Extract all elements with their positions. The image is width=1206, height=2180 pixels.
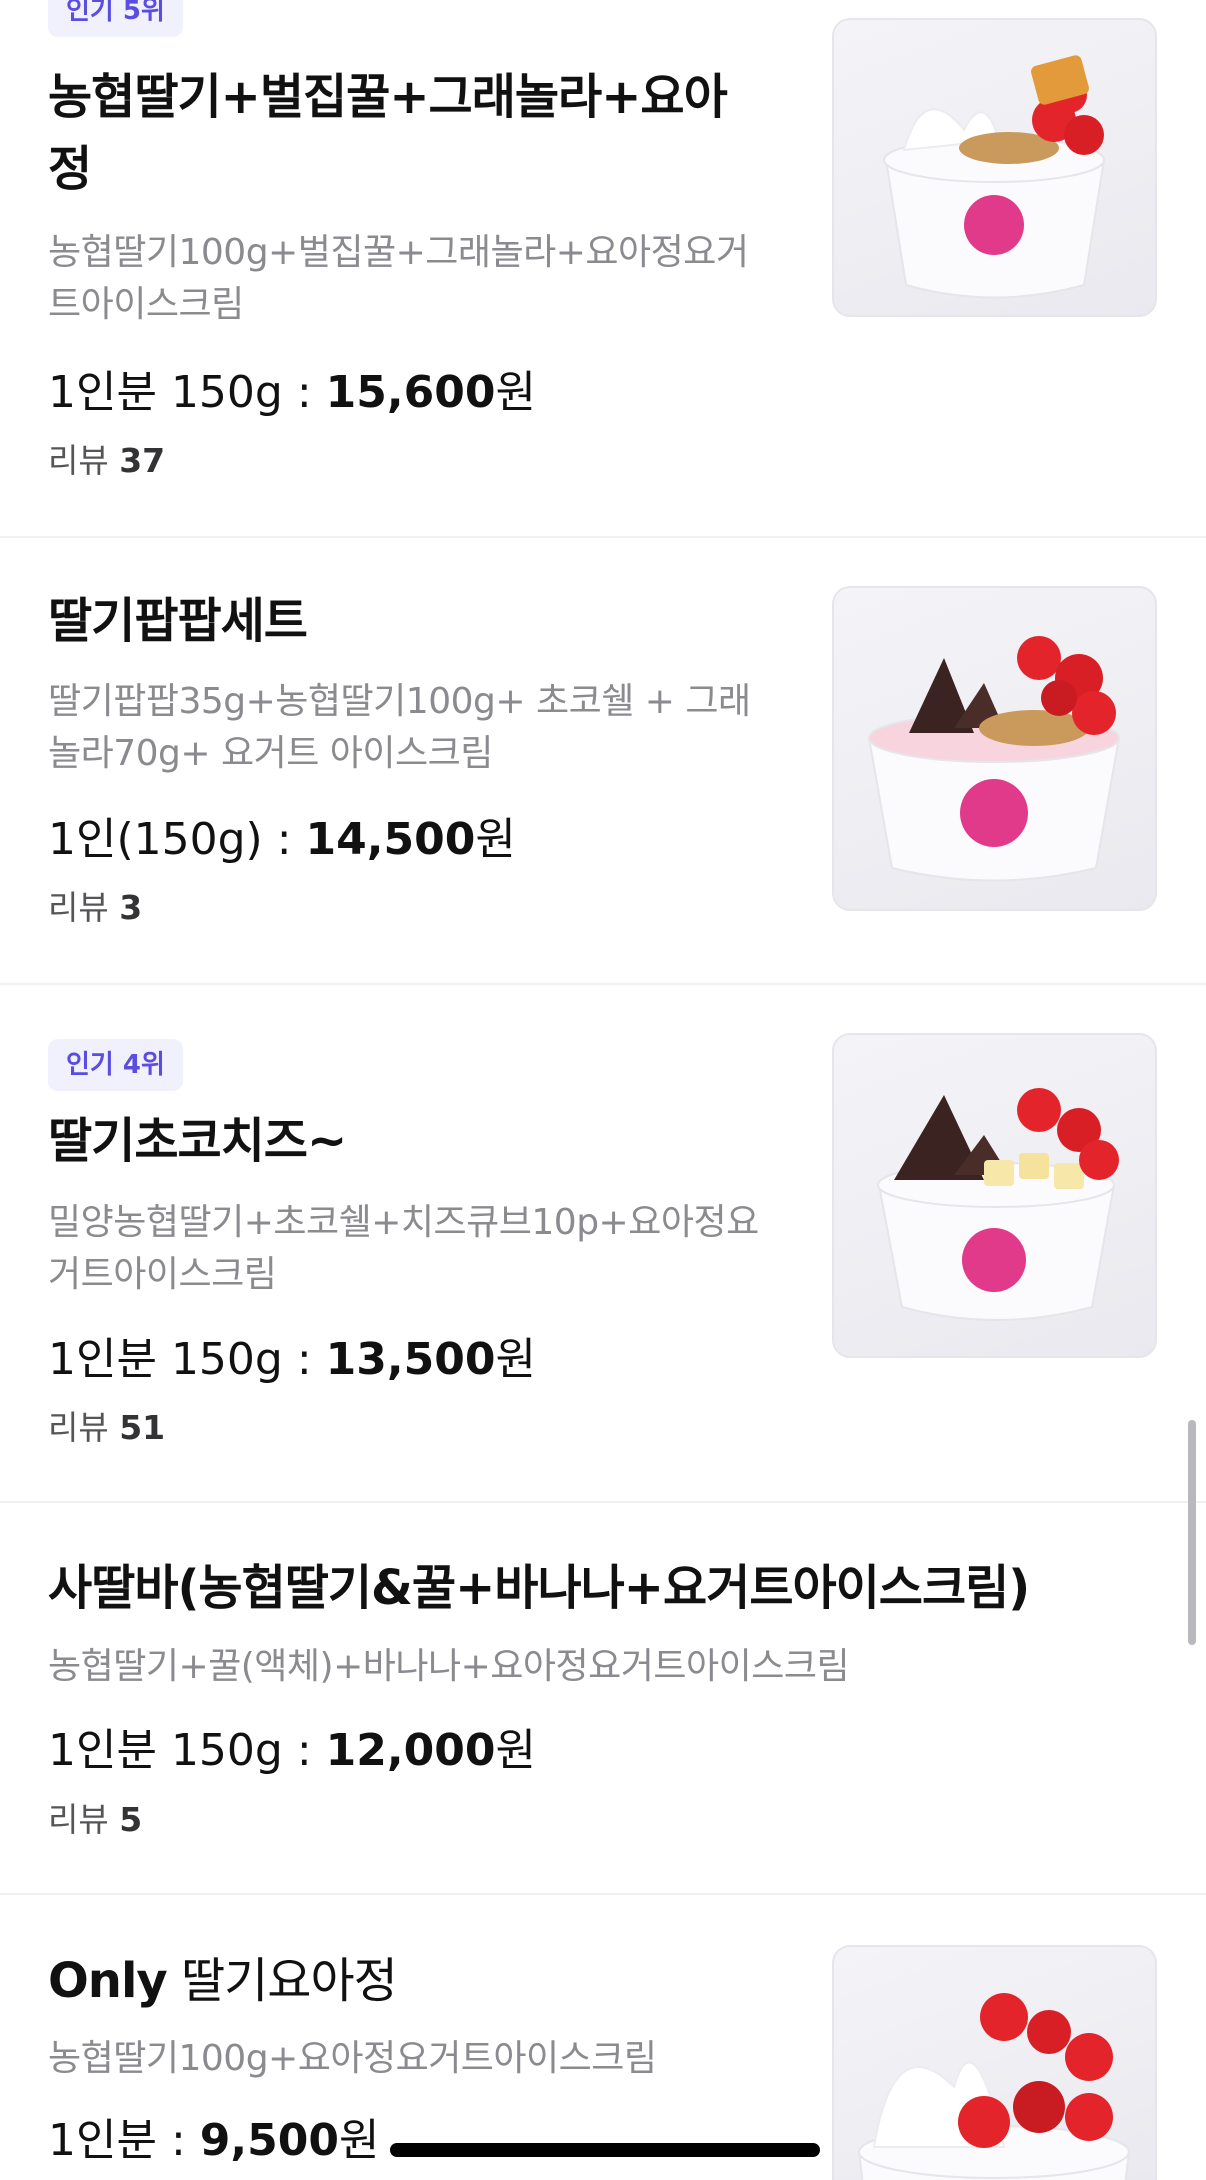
strawberry-popping-choco-yogurt-cup-image bbox=[832, 586, 1157, 911]
menu-item[interactable]: 딸기팝팝세트 딸기팝팝35g+농협딸기100g+ 초코쉘 + 그래 놀라70g+… bbox=[0, 538, 1206, 985]
menu-item[interactable]: 인기 4위 딸기초코치즈~ 밀양농협딸기+초코쉘+치즈큐브10p+요아정요 거트… bbox=[0, 985, 1206, 1503]
item-name: 딸기초코치즈~ bbox=[48, 1113, 347, 1169]
item-price: 1인분 : 9,500원 bbox=[48, 2115, 380, 2166]
menu-item[interactable]: 인기 5위 농협딸기+벌집꿀+그래놀라+요아 정 농협딸기100g+벌집꿀+그래… bbox=[0, 0, 1206, 538]
menu-item[interactable]: Only 딸기요아정 농협딸기100g+요아정요거트아이스크림 1인분 : 9,… bbox=[0, 1895, 1206, 2180]
home-indicator[interactable] bbox=[390, 2143, 820, 2157]
item-price: 1인(150g) : 14,500원 bbox=[48, 814, 516, 865]
item-price: 1인분 150g : 12,000원 bbox=[48, 1725, 536, 1776]
item-name: 사딸바(농협딸기&꿀+바나나+요거트아이스크림) bbox=[48, 1560, 1030, 1616]
item-description: 딸기팝팝35g+농협딸기100g+ 초코쉘 + 그래 놀라70g+ 요거트 아이… bbox=[48, 681, 751, 774]
item-description: 농협딸기+꿀(액체)+바나나+요아정요거트아이스크림 bbox=[48, 1646, 850, 1687]
cup-illustration bbox=[857, 1993, 1131, 2180]
item-review-count: 리뷰 37 bbox=[48, 441, 166, 480]
strawberry-yogurt-cup-image bbox=[832, 1945, 1157, 2180]
item-name: 딸기팝팝세트 bbox=[48, 593, 308, 649]
item-review-count: 리뷰 51 bbox=[48, 1408, 166, 1447]
vertical-scrollbar[interactable] bbox=[1188, 1420, 1196, 1645]
item-description: 밀양농협딸기+초코쉘+치즈큐브10p+요아정요 거트아이스크림 bbox=[48, 1202, 759, 1295]
cup-illustration bbox=[883, 55, 1106, 299]
popularity-badge: 인기 4위 bbox=[48, 1039, 183, 1091]
item-name: 농협딸기+벌집꿀+그래놀라+요아 정 bbox=[48, 69, 728, 197]
strawberry-choco-cheese-yogurt-cup-image bbox=[832, 1033, 1157, 1358]
cup-illustration bbox=[877, 1088, 1119, 1321]
item-review-count: 리뷰 5 bbox=[48, 1800, 143, 1839]
menu-item[interactable]: 사딸바(농협딸기&꿀+바나나+요거트아이스크림) 농협딸기+꿀(액체)+바나나+… bbox=[0, 1503, 1206, 1895]
item-description: 농협딸기100g+벌집꿀+그래놀라+요아정요거 트아이스크림 bbox=[48, 232, 749, 325]
item-name: Only 딸기요아정 bbox=[48, 1953, 398, 2009]
item-price: 1인분 150g : 13,500원 bbox=[48, 1334, 536, 1385]
item-price: 1인분 150g : 15,600원 bbox=[48, 367, 536, 418]
popularity-badge: 인기 5위 bbox=[48, 0, 183, 37]
item-description: 농협딸기100g+요아정요거트아이스크림 bbox=[48, 2038, 657, 2079]
cup-illustration bbox=[867, 636, 1121, 882]
item-review-count: 리뷰 3 bbox=[48, 888, 143, 927]
honeycomb-strawberry-yogurt-cup-image bbox=[832, 18, 1157, 317]
